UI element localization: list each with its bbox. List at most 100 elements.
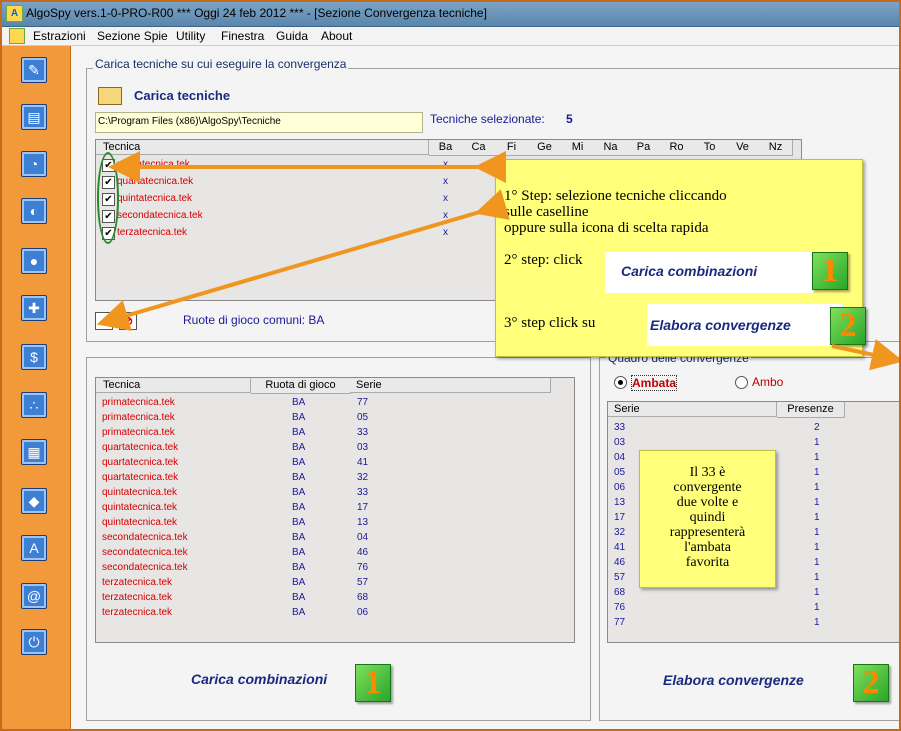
menu-utility[interactable]: Utility xyxy=(176,29,205,43)
radio-ambo[interactable] xyxy=(735,376,748,389)
radio-ambo-label[interactable]: Ambo xyxy=(752,375,783,389)
combo-serie: 04 xyxy=(357,532,369,543)
col-serie[interactable]: Serie xyxy=(350,378,551,393)
combo-tecnica: secondatecnica.tek xyxy=(102,532,188,543)
conv-presenze: 1 xyxy=(814,527,820,538)
conv-presenze: 1 xyxy=(814,617,820,628)
menu-estrazioni[interactable]: Estrazioni xyxy=(33,29,86,43)
combo-ruota: BA xyxy=(292,472,306,483)
col-to[interactable]: To xyxy=(693,140,727,156)
combo-ruota: BA xyxy=(292,607,306,618)
contact-icon[interactable]: @ xyxy=(21,583,47,609)
col-ruota[interactable]: Ruota di gioco xyxy=(251,378,351,394)
radio-ambata-label[interactable]: Ambata xyxy=(631,375,678,391)
book-icon[interactable]: ▤ xyxy=(21,104,47,130)
elaborate-convergence-button[interactable]: Elabora convergenze xyxy=(663,672,804,688)
combo-serie: 05 xyxy=(357,412,369,423)
step3-badge: 2 xyxy=(830,307,866,345)
combo-ruota: BA xyxy=(292,562,306,573)
triangle-balls-icon[interactable]: ∴ xyxy=(21,392,47,418)
technique-name: primatecnica.tek xyxy=(117,159,190,170)
col-nz[interactable]: Nz xyxy=(759,140,793,156)
explain-line: due volte e xyxy=(676,495,739,510)
col-serie[interactable]: Serie xyxy=(608,402,777,417)
radio-ambata[interactable] xyxy=(614,376,627,389)
col-ba[interactable]: Ba xyxy=(429,140,463,156)
conv-serie: 04 xyxy=(614,452,626,463)
child-window-icon[interactable] xyxy=(9,28,25,44)
menu-guida[interactable]: Guida xyxy=(276,29,308,43)
lightbulb-icon[interactable]: ● xyxy=(21,248,47,274)
folder-icon[interactable] xyxy=(98,87,122,105)
combo-tecnica: secondatecnica.tek xyxy=(102,562,188,573)
explain-line: convergente xyxy=(673,480,742,495)
technique-name: secondatecnica.tek xyxy=(117,210,203,221)
load-combinations-badge[interactable]: 1 xyxy=(355,664,391,702)
combo-tecnica: primatecnica.tek xyxy=(102,397,175,408)
conv-presenze: 1 xyxy=(814,602,820,613)
col-fi[interactable]: Fi xyxy=(495,140,529,156)
letter-a-icon[interactable]: A xyxy=(21,535,47,561)
calendar-icon[interactable]: ▦ xyxy=(21,439,47,465)
col-mi[interactable]: Mi xyxy=(561,140,595,156)
steps-note: 1° Step: selezione tecniche cliccando su… xyxy=(495,159,866,357)
conv-serie: 06 xyxy=(614,482,626,493)
combo-ruota: BA xyxy=(292,547,306,558)
combo-ruota: BA xyxy=(292,502,306,513)
combinations-grid: Tecnica Ruota di gioco Serie primatecnic… xyxy=(95,377,575,643)
combo-serie: 68 xyxy=(357,592,369,603)
col-ge[interactable]: Ge xyxy=(528,140,562,156)
col-ve[interactable]: Ve xyxy=(726,140,760,156)
conv-serie: 41 xyxy=(614,542,626,553)
path-field[interactable]: C:\Program Files (x86)\AlgoSpy\Tecniche xyxy=(95,112,423,133)
explanation-note: Il 33 è convergente due volte e quindi r… xyxy=(639,450,776,588)
flashlight-icon[interactable]: ◐ xyxy=(21,198,47,224)
check-all-button[interactable]: ✓ xyxy=(95,312,113,330)
common-wheels-label: Ruote di gioco comuni: BA xyxy=(183,313,325,327)
explain-line: favorita xyxy=(685,555,730,570)
menu-sezione-spie[interactable]: Sezione Spie xyxy=(97,29,168,43)
col-ro[interactable]: Ro xyxy=(660,140,694,156)
menu-bar: Estrazioni Sezione Spie Utility Finestra… xyxy=(0,27,901,46)
step1-text: oppure sulla icona di scelta rapida xyxy=(504,220,709,236)
combo-tecnica: quintatecnica.tek xyxy=(102,502,178,513)
conv-presenze: 1 xyxy=(814,452,820,463)
clear-selection-icon[interactable]: ⊘ xyxy=(119,312,137,330)
explain-line: Il 33 è xyxy=(689,465,726,480)
combo-serie: 46 xyxy=(357,547,369,558)
elaborate-convergence-badge[interactable]: 2 xyxy=(853,664,889,702)
lottery-icon[interactable]: ✚ xyxy=(21,295,47,321)
menu-about[interactable]: About xyxy=(321,29,352,43)
col-pa[interactable]: Pa xyxy=(627,140,661,156)
conv-presenze: 1 xyxy=(814,512,820,523)
combo-ruota: BA xyxy=(292,397,306,408)
combo-serie: 57 xyxy=(357,577,369,588)
technique-wheel-ba: x xyxy=(443,193,448,204)
col-ca[interactable]: Ca xyxy=(462,140,496,156)
shape-icon[interactable]: ◆ xyxy=(21,488,47,514)
dollar-icon[interactable]: $ xyxy=(21,344,47,370)
combo-ruota: BA xyxy=(292,442,306,453)
load-techniques-button[interactable]: Carica tecniche xyxy=(134,88,230,103)
combo-ruota: BA xyxy=(292,487,306,498)
combo-serie: 13 xyxy=(357,517,369,528)
combo-tecnica: quartatecnica.tek xyxy=(102,442,179,453)
technique-name: quartatecnica.tek xyxy=(117,176,194,187)
combo-tecnica: primatecnica.tek xyxy=(102,427,175,438)
load-combinations-button[interactable]: Carica combinazioni xyxy=(191,671,327,687)
combo-ruota: BA xyxy=(292,457,306,468)
power-icon[interactable]: ⏻ xyxy=(21,629,47,655)
combo-serie: 06 xyxy=(357,607,369,618)
explain-line: rappresenterà xyxy=(669,525,746,540)
conv-presenze: 1 xyxy=(814,482,820,493)
combo-tecnica: terzatecnica.tek xyxy=(102,577,173,588)
col-na[interactable]: Na xyxy=(594,140,628,156)
combo-ruota: BA xyxy=(292,427,306,438)
col-presenze[interactable]: Presenze xyxy=(777,402,845,418)
col-tecnica[interactable]: Tecnica xyxy=(96,378,251,393)
clock-icon[interactable]: ◔ xyxy=(21,151,47,177)
menu-finestra[interactable]: Finestra xyxy=(221,29,264,43)
checkbox-highlight xyxy=(97,152,119,244)
pencil-icon[interactable]: ✎ xyxy=(21,57,47,83)
col-tecnica[interactable]: Tecnica xyxy=(96,140,429,155)
